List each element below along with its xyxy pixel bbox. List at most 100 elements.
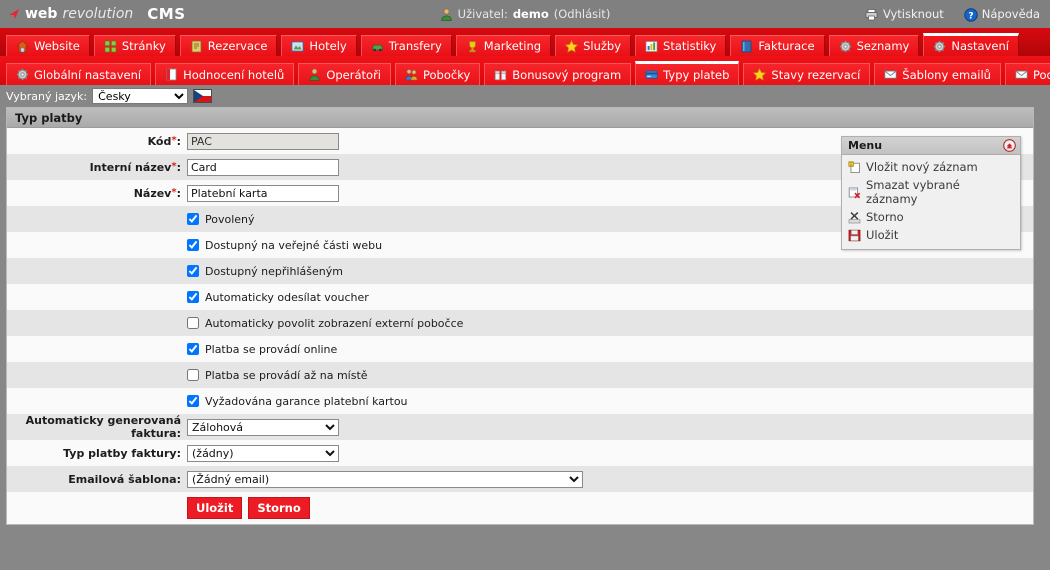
- save-disk-icon: [848, 229, 861, 242]
- menu-item-smazat-vybran-z-znamy[interactable]: Smazat vybrané záznamy: [842, 176, 1020, 208]
- checkbox-input[interactable]: [187, 239, 199, 251]
- tab1-hotely[interactable]: Hotely: [281, 35, 357, 56]
- tab2-label: Typy plateb: [663, 67, 730, 82]
- checkbox-input[interactable]: [187, 395, 199, 407]
- tab1-label: Rezervace: [207, 39, 268, 53]
- tab1-nastaven[interactable]: Nastavení: [923, 33, 1019, 56]
- tab1-transfery[interactable]: Transfery: [360, 35, 452, 56]
- logout-link[interactable]: (Odhlásit): [554, 7, 611, 21]
- user-label: Uživatel:: [457, 7, 508, 21]
- checkbox-label: Automaticky odesílat voucher: [205, 290, 369, 304]
- tab2-ablony-email[interactable]: Šablony emailů: [874, 63, 1001, 85]
- svg-text:?: ?: [968, 11, 973, 21]
- field-cell: (Žádný email): [187, 470, 1033, 488]
- menu-item-label: Uložit: [866, 228, 899, 242]
- invoice-payment-type-label: Typ platby faktury:: [63, 446, 181, 460]
- top-bar-actions: Vytisknout ? Nápověda: [865, 7, 1040, 22]
- menu-item-ulo-it[interactable]: Uložit: [842, 226, 1020, 244]
- tab2-typy-plateb[interactable]: Typy plateb: [635, 61, 740, 85]
- language-select[interactable]: Česky: [92, 88, 189, 104]
- tab2-podpisy-email[interactable]: Podpisy emailů: [1004, 63, 1050, 85]
- users-icon: [405, 68, 418, 81]
- tab1-slu-by[interactable]: Služby: [555, 35, 632, 56]
- checkbox-povolen[interactable]: Povolený: [187, 213, 255, 226]
- tab2-pobo-ky[interactable]: Pobočky: [395, 63, 481, 85]
- menu-item-storno[interactable]: Storno: [842, 208, 1020, 226]
- checkbox-platba-se-prov-d-a-na-m-st[interactable]: Platba se provádí až na místě: [187, 369, 368, 382]
- field-cell: Platba se provádí online: [187, 343, 1033, 356]
- checkbox-input[interactable]: [187, 213, 199, 225]
- checkbox-input[interactable]: [187, 291, 199, 303]
- chart-icon: [645, 40, 658, 53]
- print-button[interactable]: Vytisknout: [865, 7, 944, 21]
- form-row: Automaticky povolit zobrazení externí po…: [7, 310, 1033, 336]
- checkbox-label: Automaticky povolit zobrazení externí po…: [205, 316, 464, 330]
- gift-icon: [494, 68, 507, 81]
- email-template-label: Emailová šablona:: [68, 472, 181, 486]
- print-label: Vytisknout: [882, 7, 944, 21]
- checkbox-dostupn-na-ve-ejn-sti-webu[interactable]: Dostupný na veřejné části webu: [187, 239, 382, 252]
- checkbox-automaticky-odes-lat-voucher[interactable]: Automaticky odesílat voucher: [187, 291, 369, 304]
- tab2-hodnocen-hotel[interactable]: Hodnocení hotelů: [155, 63, 295, 85]
- tab2-label: Stavy rezervací: [771, 67, 861, 82]
- checkbox-automaticky-povolit-zobrazen-extern-pobo-ce[interactable]: Automaticky povolit zobrazení externí po…: [187, 317, 463, 330]
- checkbox-platba-se-prov-d-online[interactable]: Platba se provádí online: [187, 343, 337, 356]
- checkbox-input[interactable]: [187, 265, 199, 277]
- tab1-label: Hotely: [309, 39, 347, 53]
- name-field-label-text: Název: [133, 186, 172, 200]
- field-cell: Uložit Storno: [187, 497, 1033, 519]
- tab1-rezervace[interactable]: Rezervace: [179, 35, 278, 56]
- tab2-glob-ln-nastaven[interactable]: Globální nastavení: [6, 63, 152, 85]
- cz-flag-icon: [193, 89, 213, 103]
- field-cell: Automaticky povolit zobrazení externí po…: [187, 317, 1033, 330]
- checkbox-label: Vyžadována garance platební kartou: [205, 394, 408, 408]
- help-button[interactable]: ? Nápověda: [964, 7, 1040, 22]
- checkbox-dostupn-nep-ihl-en-m[interactable]: Dostupný nepřihlášeným: [187, 265, 343, 278]
- panel-title: Typ platby: [7, 108, 1033, 128]
- tab2-oper-to-i[interactable]: Operátoři: [298, 63, 391, 85]
- tab1-marketing[interactable]: Marketing: [455, 35, 552, 56]
- tab1-seznamy[interactable]: Seznamy: [828, 35, 920, 56]
- auto-invoice-select[interactable]: Zálohová: [187, 418, 339, 436]
- delete-records-icon: [848, 186, 861, 199]
- cancel-icon: [848, 211, 861, 224]
- name-field-input[interactable]: [187, 184, 339, 202]
- menu-item-label: Smazat vybrané záznamy: [866, 178, 960, 206]
- tab1-str-nky[interactable]: Stránky: [93, 35, 176, 56]
- email-template-select[interactable]: (Žádný email): [187, 470, 583, 488]
- user-name: demo: [512, 7, 549, 21]
- house-icon: [16, 40, 29, 53]
- menu-item-vlo-it-nov-z-znam[interactable]: Vložit nový záznam: [842, 158, 1020, 176]
- internal-name-field-input[interactable]: [187, 158, 339, 176]
- secondary-navigation: Globální nastavení Hodnocení hotelů Operát…: [0, 56, 1050, 85]
- user-icon: [440, 8, 453, 21]
- invoice-payment-type-select[interactable]: (žádny): [187, 444, 339, 462]
- user-icon: [308, 68, 321, 81]
- checkbox-vy-adov-na-garance-platebn-kartou[interactable]: Vyžadována garance platební kartou: [187, 395, 408, 408]
- car-icon: [371, 40, 384, 53]
- tab1-label: Statistiky: [663, 39, 717, 53]
- tab2-label: Podpisy emailů: [1032, 67, 1050, 82]
- tab1-statistiky[interactable]: Statistiky: [635, 35, 727, 56]
- booking-icon: [190, 40, 203, 53]
- cancel-button[interactable]: Storno: [248, 497, 310, 519]
- help-icon: ?: [964, 7, 978, 22]
- tab1-fakturace[interactable]: Fakturace: [730, 35, 825, 56]
- checkbox-input[interactable]: [187, 343, 199, 355]
- collapse-up-icon[interactable]: [1003, 139, 1016, 152]
- tab1-label: Fakturace: [758, 39, 815, 53]
- checkbox-input[interactable]: [187, 369, 199, 381]
- pages-icon: [104, 40, 117, 53]
- tab2-label: Operátoři: [326, 67, 381, 82]
- required-marker: *: [171, 134, 177, 146]
- checkbox-label: Platba se provádí online: [205, 342, 338, 356]
- tab2-bonusov-program[interactable]: Bonusový program: [484, 63, 632, 85]
- save-button[interactable]: Uložit: [187, 497, 243, 519]
- tab2-label: Globální nastavení: [34, 67, 142, 82]
- tab1-website[interactable]: Website: [6, 35, 90, 56]
- tab2-stavy-rezervac[interactable]: Stavy rezervací: [743, 63, 871, 85]
- code-field-input[interactable]: [187, 132, 339, 150]
- primary-navigation: Website Stránky Rezervace Hotely Transfery Ma…: [0, 28, 1050, 56]
- checkbox-input[interactable]: [187, 317, 199, 329]
- star-icon: [565, 39, 579, 53]
